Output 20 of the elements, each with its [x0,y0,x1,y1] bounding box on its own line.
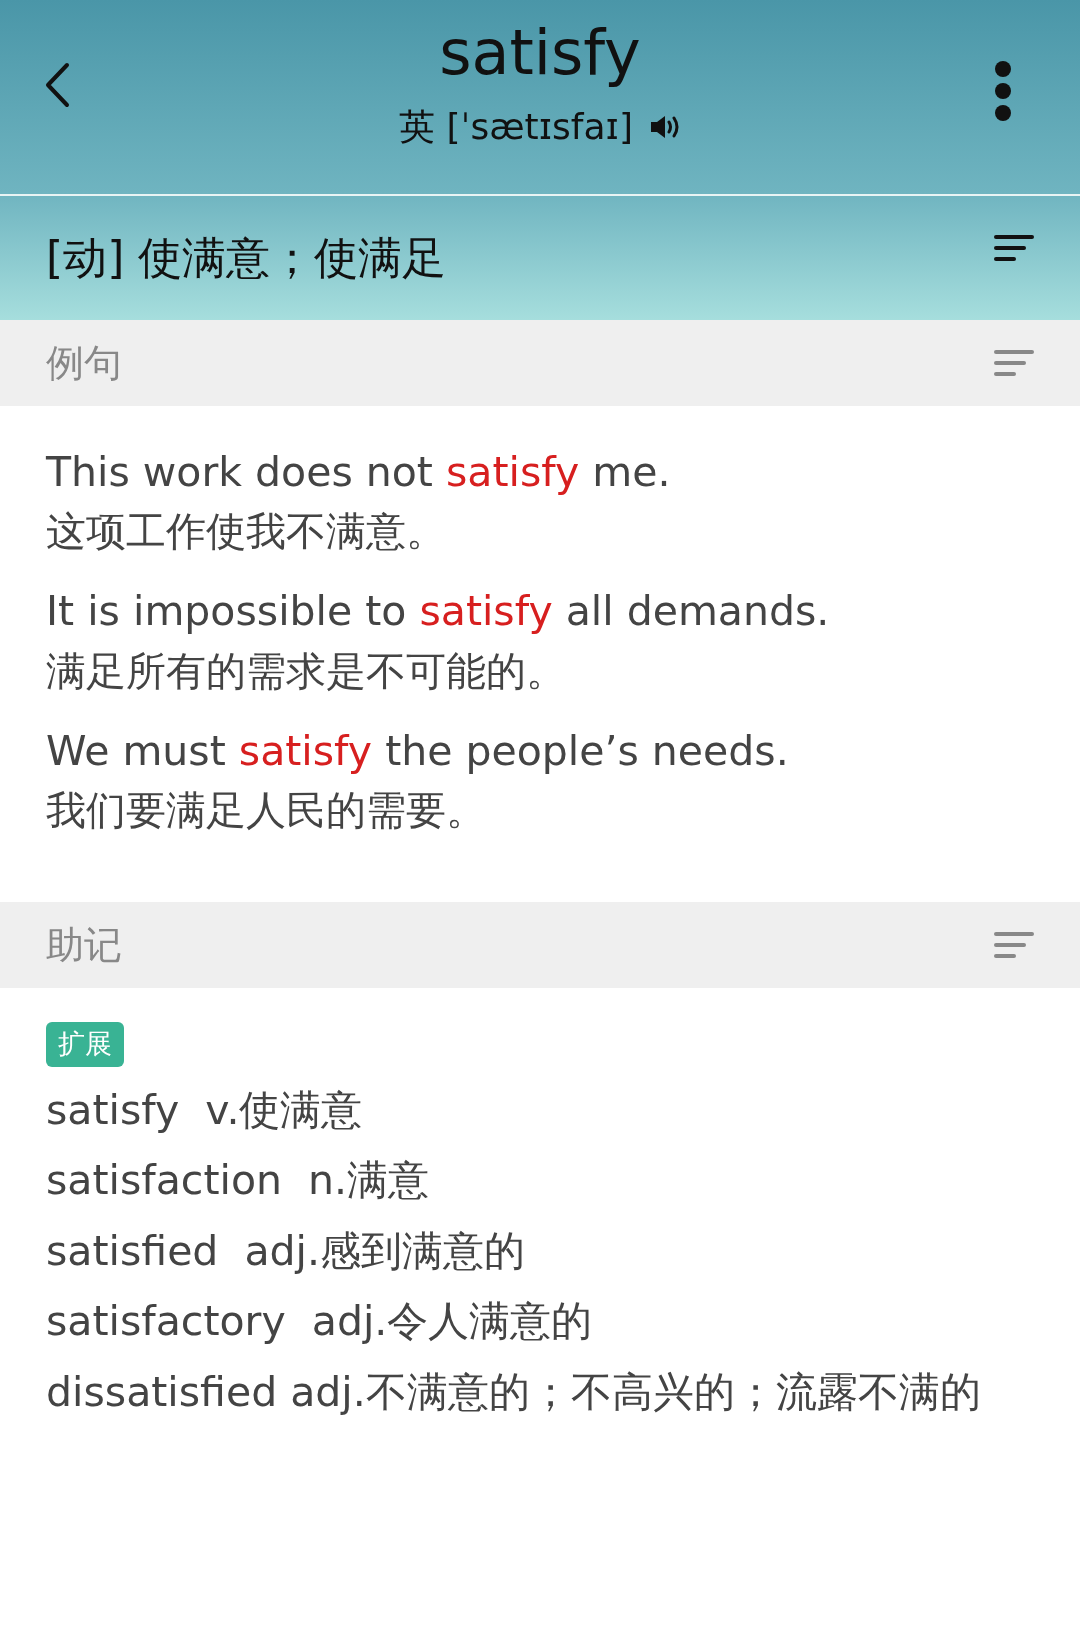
section-title: 例句 [46,339,122,387]
word-form-line: dissatisfied adj.不满意的；不高兴的；流露不满的 [46,1366,982,1418]
back-button[interactable] [44,62,70,108]
more-button[interactable] [994,60,1012,122]
sort-icon[interactable] [994,233,1034,263]
word-form-line: satisfied adj.感到满意的 [46,1225,527,1277]
example-sentence: We must satisfy the people’s needs. [46,725,790,777]
section-title: 助记 [46,921,122,969]
example-translation: 我们要满足人民的需要。 [46,786,487,836]
speaker-icon[interactable] [648,114,681,140]
tag-label: 扩展 [46,1022,124,1067]
example-translation: 满足所有的需求是不可能的。 [46,646,567,696]
word-form-line: satisfy v.使满意 [46,1084,364,1136]
word-form-line: satisfaction n.满意 [46,1155,431,1207]
example-translation: 这项工作使我不满意。 [46,507,447,557]
word-form-line: satisfactory adj.令人满意的 [46,1296,594,1348]
example-sentence: It is impossible to satisfy all demands. [46,586,831,638]
phonetic-text: 英 [ˈsætɪsfaɪ] [399,105,633,149]
example-sentence: This work does not satisfy me. [46,447,672,498]
definition-text: [动] 使满意；使满足 [46,231,447,285]
